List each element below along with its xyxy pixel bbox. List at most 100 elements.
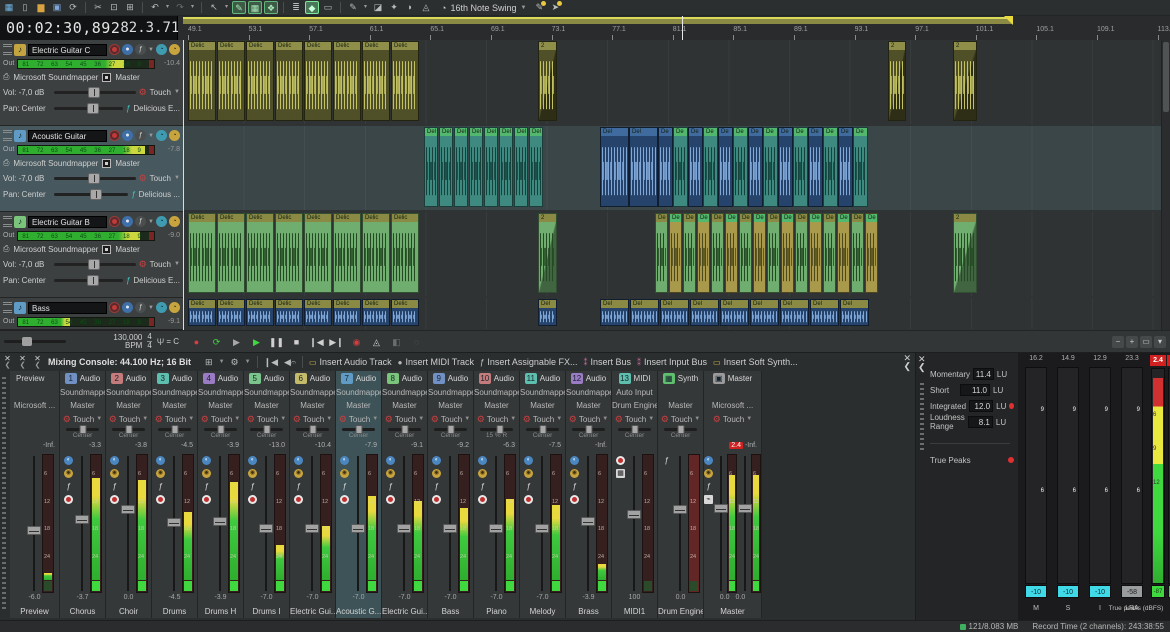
- redo-icon[interactable]: ↷: [173, 1, 187, 14]
- clip-header[interactable]: Del: [811, 300, 838, 308]
- track-output-meter[interactable]: 81726354453627189: [17, 59, 155, 69]
- audio-clip[interactable]: De: [808, 127, 823, 207]
- strip-bus-button[interactable]: Master: [336, 399, 381, 412]
- strip-bus-button[interactable]: Master: [60, 399, 105, 412]
- strip-name-label[interactable]: Melody: [520, 605, 565, 618]
- strip-device-button[interactable]: [658, 386, 703, 399]
- audio-clip[interactable]: De: [793, 127, 808, 207]
- audio-clip[interactable]: De: [778, 127, 793, 207]
- clip-header[interactable]: De: [689, 128, 702, 136]
- track-lane[interactable]: DelDelDelDelDelDelDelDelDelDelDeDeDeDeDe…: [183, 126, 1170, 210]
- strip-pan-slider[interactable]: Center: [428, 426, 473, 442]
- audio-clip[interactable]: De: [823, 213, 836, 293]
- pan-handle[interactable]: [677, 425, 684, 434]
- audio-clip[interactable]: De: [711, 213, 724, 293]
- clip-header[interactable]: De: [740, 214, 751, 222]
- gain-button[interactable]: ◉: [570, 469, 579, 478]
- pan-handle[interactable]: [497, 425, 504, 434]
- clip-header[interactable]: De: [656, 214, 667, 222]
- clip-header[interactable]: Delic: [218, 214, 244, 222]
- clip-header[interactable]: Delic: [218, 42, 244, 50]
- clip-header[interactable]: Del: [781, 300, 808, 308]
- audio-clip[interactable]: Del: [529, 127, 543, 207]
- audio-clip[interactable]: De: [853, 127, 868, 207]
- clip-header[interactable]: De: [754, 214, 765, 222]
- docked-window-controls[interactable]: ✕❮: [18, 355, 27, 369]
- timeline-clips-area[interactable]: DelicDelicDelicDelicDelicDelicDelicDelic…: [183, 40, 1170, 330]
- track-name-input[interactable]: Acoustic Guitar: [28, 130, 107, 142]
- erase-tool-icon[interactable]: ◆: [305, 1, 319, 14]
- strip-fader[interactable]: [399, 454, 409, 593]
- stop-button[interactable]: ■: [288, 334, 305, 350]
- phase-button[interactable]: ◔: [156, 130, 167, 141]
- playhead-cursor[interactable]: [183, 40, 184, 330]
- audio-clip[interactable]: Delic: [246, 213, 274, 293]
- automation-chevron[interactable]: ▼: [174, 175, 180, 181]
- clip-header[interactable]: De: [839, 128, 852, 136]
- clip-header[interactable]: De: [764, 128, 777, 136]
- record-arm-button[interactable]: [524, 495, 533, 504]
- strip-automation-button[interactable]: ⚙Touch▼: [474, 412, 519, 426]
- pan-slider[interactable]: [54, 193, 128, 196]
- fx-button[interactable]: ƒ: [386, 482, 395, 491]
- strip-bus-button[interactable]: Master: [152, 399, 197, 412]
- audio-clip[interactable]: Delic: [304, 213, 332, 293]
- strip-automation-button[interactable]: ⚙Touch▼: [244, 412, 289, 426]
- copy-icon[interactable]: ⊡: [107, 1, 121, 14]
- fx-button[interactable]: ƒ: [570, 482, 579, 491]
- audio-clip[interactable]: 2: [953, 41, 977, 121]
- strip-automation-button[interactable]: ⚙Touch▼: [566, 412, 611, 426]
- automation-chevron[interactable]: ▼: [174, 89, 180, 95]
- audio-clip[interactable]: Delic: [188, 41, 216, 121]
- docked-window-controls[interactable]: ✕❮: [33, 355, 42, 369]
- clip-header[interactable]: Delic: [363, 42, 389, 50]
- pan-handle[interactable]: [631, 425, 638, 434]
- audio-clip[interactable]: Delic: [391, 41, 419, 121]
- audio-clip[interactable]: Del: [439, 127, 453, 207]
- clip-header[interactable]: Del: [440, 128, 452, 136]
- audio-clip[interactable]: Delic: [217, 41, 245, 121]
- audio-clip[interactable]: Delic: [333, 213, 361, 293]
- clip-header[interactable]: De: [779, 128, 792, 136]
- audio-clip[interactable]: Delic: [217, 213, 245, 293]
- input-device-button[interactable]: Microsoft Soundmapper: [13, 73, 98, 82]
- strip-fader[interactable]: [629, 454, 639, 593]
- strip-pan-slider[interactable]: Center: [382, 426, 427, 442]
- gain-button[interactable]: ◉: [704, 469, 713, 478]
- phase-button[interactable]: ◐: [294, 456, 303, 465]
- strip-pan-slider[interactable]: Center: [566, 426, 611, 442]
- strip-device-button[interactable]: Soundmapper: [382, 386, 427, 399]
- strip-fader[interactable]: [491, 454, 501, 593]
- channel-strip[interactable]: 12AudioSoundmapperMaster⚙Touch▼Center-In…: [566, 371, 612, 618]
- pencil-menu-icon[interactable]: ▾: [362, 1, 369, 14]
- strip-fader[interactable]: [353, 454, 363, 593]
- channel-strip[interactable]: 13MIDIAuto InputDrum Engine⚙Touch▼Center…: [612, 371, 658, 618]
- volume-slider[interactable]: [54, 177, 136, 180]
- channel-strip[interactable]: 4AudioSoundmapperMaster⚙Touch▼Center-3.9…: [198, 371, 244, 618]
- fader-handle[interactable]: [305, 524, 319, 533]
- paste-icon[interactable]: ⊞: [123, 1, 137, 14]
- audio-clip[interactable]: Del: [629, 127, 658, 207]
- clip-header[interactable]: Del: [470, 128, 482, 136]
- strip-automation-button[interactable]: ⚙Touch▼: [428, 412, 473, 426]
- track-header[interactable]: ♪Acoustic Guitar●ƒ▼◔◔Out8172635445362718…: [0, 126, 183, 212]
- clip-header[interactable]: Del: [500, 128, 512, 136]
- record-arm-button[interactable]: [110, 495, 119, 504]
- mute-button[interactable]: ●: [122, 216, 133, 227]
- audio-clip[interactable]: De: [673, 127, 688, 207]
- track-output-meter[interactable]: 81726354453627189: [17, 231, 155, 241]
- audio-clip[interactable]: De: [688, 127, 703, 207]
- audio-clip[interactable]: Del: [690, 299, 719, 326]
- clip-header[interactable]: Del: [515, 128, 527, 136]
- fader-handle[interactable]: [397, 524, 411, 533]
- audio-clip[interactable]: Delic: [333, 41, 361, 121]
- go-to-start-button[interactable]: ❙◀: [308, 334, 325, 350]
- track-lane[interactable]: DelicDelicDelicDelicDelicDelicDelicDelic…: [183, 212, 1170, 296]
- strip-device-button[interactable]: Auto Input: [612, 386, 657, 399]
- audio-clip[interactable]: Delic: [391, 299, 419, 326]
- automation-gear-icon[interactable]: ⚙: [139, 259, 147, 270]
- channel-strip[interactable]: 8AudioSoundmapperMaster⚙Touch▼Center-9.1…: [382, 371, 428, 618]
- channel-strip[interactable]: ▣MasterMicrosoft ...⚙Touch▼2.4 -Inf.◐◉ƒ⌁…: [704, 371, 762, 618]
- eraser-icon[interactable]: ◪: [371, 1, 385, 14]
- audio-clip[interactable]: Del: [538, 299, 557, 326]
